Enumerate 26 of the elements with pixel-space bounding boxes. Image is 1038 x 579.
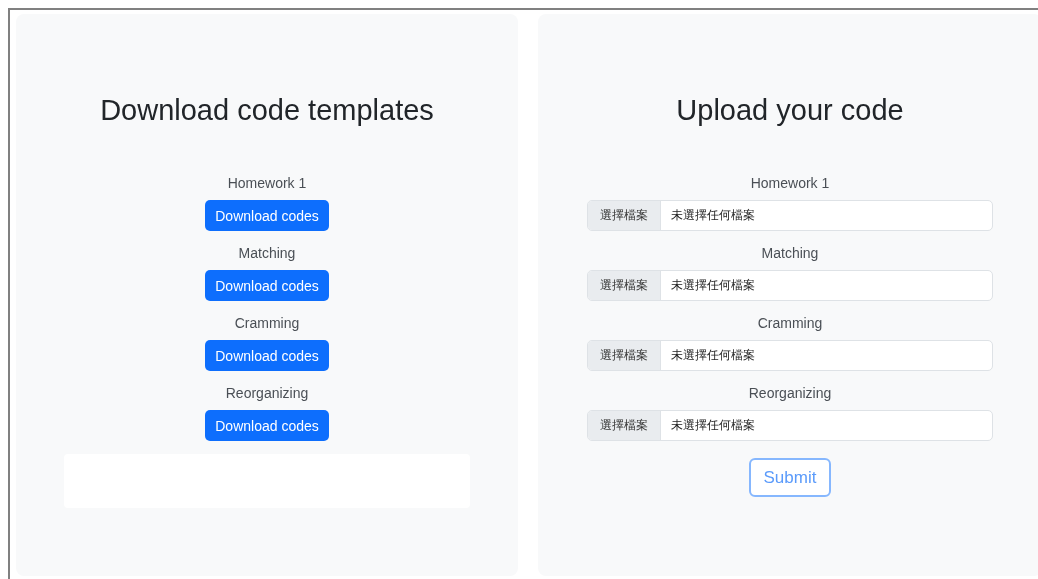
download-button[interactable]: Download codes [205, 270, 329, 301]
file-status: 未選擇任何檔案 [670, 347, 755, 364]
template-label: Reorganizing [225, 384, 309, 403]
choose-file-button[interactable]: 選擇檔案 [588, 201, 661, 230]
file-input[interactable]: 選擇檔案 未選擇任何檔案 [587, 410, 993, 441]
file-input[interactable]: 選擇檔案 未選擇任何檔案 [587, 270, 993, 301]
upload-label: Homework 1 [750, 174, 830, 193]
template-label: Matching [238, 244, 296, 263]
choose-file-button[interactable]: 選擇檔案 [588, 271, 661, 300]
upload-label: Cramming [757, 314, 823, 333]
download-button[interactable]: Download codes [205, 340, 329, 371]
choose-file-button[interactable]: 選擇檔案 [588, 411, 661, 440]
file-status: 未選擇任何檔案 [670, 207, 755, 224]
file-status: 未選擇任何檔案 [670, 277, 755, 294]
section-title: Upload your code [676, 93, 904, 128]
upload-label: Reorganizing [748, 384, 832, 403]
download-button[interactable]: Download codes [205, 410, 329, 441]
file-input[interactable]: 選擇檔案 未選擇任何檔案 [587, 340, 993, 371]
upload-label: Matching [761, 244, 819, 263]
section-title: Download code templates [100, 93, 434, 128]
download-button[interactable]: Download codes [205, 200, 329, 231]
template-label: Cramming [234, 314, 300, 333]
file-status: 未選擇任何檔案 [670, 417, 755, 434]
choose-file-button[interactable]: 選擇檔案 [588, 341, 661, 370]
file-input[interactable]: 選擇檔案 未選擇任何檔案 [587, 200, 993, 231]
template-label: Homework 1 [227, 174, 307, 193]
